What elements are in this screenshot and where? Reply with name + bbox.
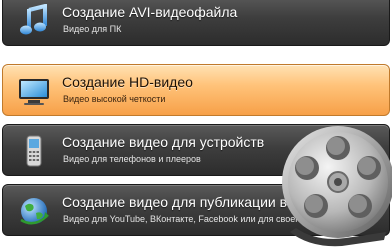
menu-item-title: Создание AVI-видеофайла (62, 4, 238, 20)
menu-item-hd[interactable]: Создание HD-видео Видео высокой четкости (2, 64, 390, 116)
menu-item-title: Создание HD-видео (62, 74, 193, 90)
monitor-icon (17, 74, 51, 108)
menu-item-subtitle: Видео высокой четкости (63, 94, 166, 104)
menu-item-subtitle: Видео для YouTube, ВКонтакте, Facebook и… (63, 214, 304, 224)
video-creation-panel: Создание AVI-видеофайла Видео для ПК Соз… (0, 0, 392, 248)
menu-item-title: Создание видео для публикации в Ин (62, 194, 309, 210)
phone-icon (17, 134, 51, 168)
film-reel-icon (276, 120, 392, 248)
menu-item-subtitle: Видео для ПК (63, 24, 122, 34)
music-note-icon (17, 3, 51, 38)
menu-item-subtitle: Видео для телефонов и плееров (63, 154, 201, 164)
menu-item-avi[interactable]: Создание AVI-видеофайла Видео для ПК (2, 0, 390, 46)
menu-item-title: Создание видео для устройств (62, 134, 265, 150)
globe-icon (17, 194, 51, 228)
